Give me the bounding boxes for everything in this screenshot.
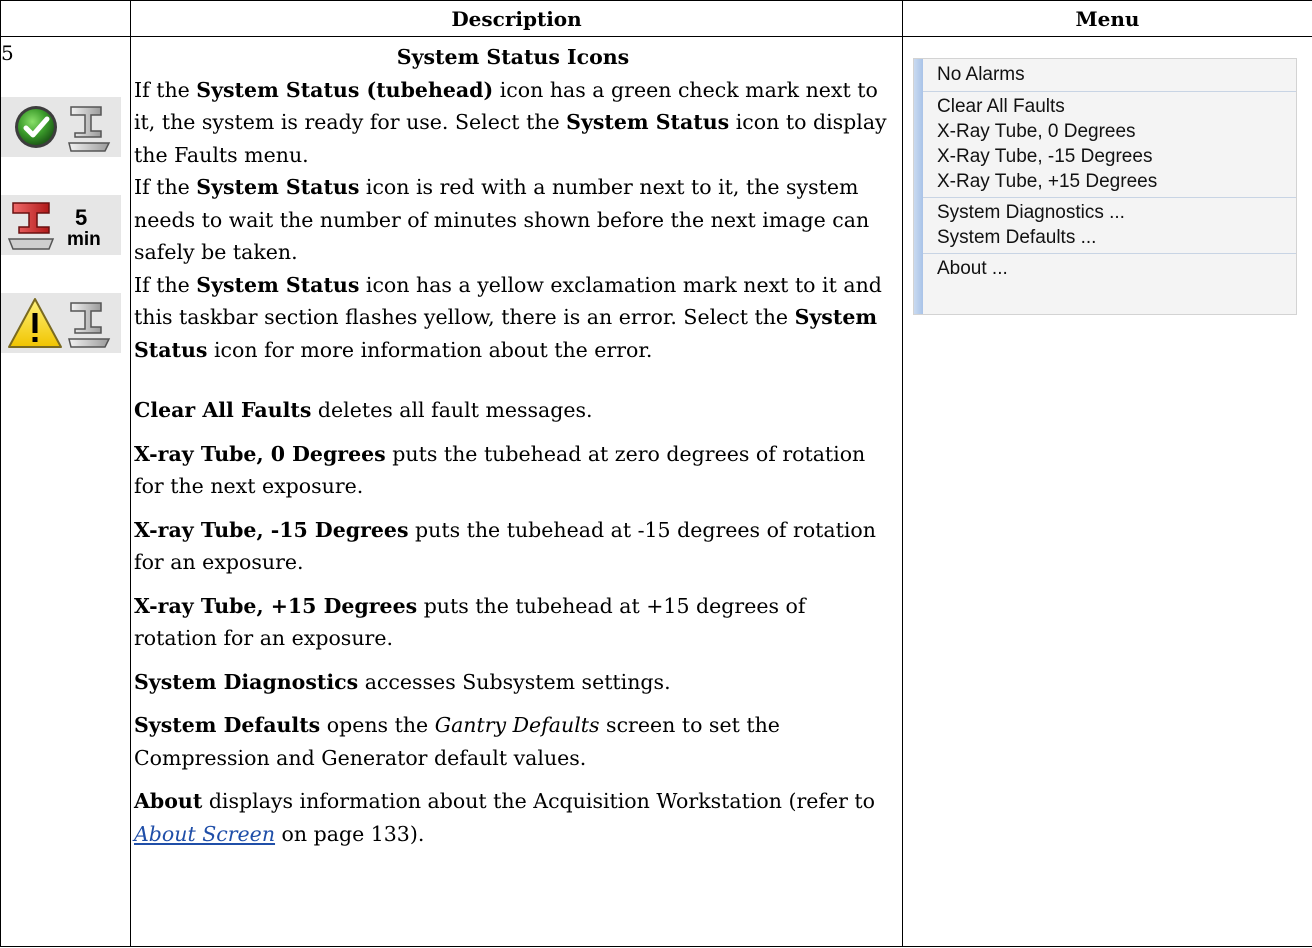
menu-item-xray-0[interactable]: X-Ray Tube, 0 Degrees [923, 119, 1296, 144]
error-paragraph: If the System Status icon has a yellow e… [134, 272, 882, 362]
menu-accent-strip [914, 59, 923, 314]
about-screen-link[interactable]: About Screen [134, 822, 275, 846]
wait-paragraph: If the System Status icon is red with a … [134, 175, 870, 264]
icon-cell: 5 5 min [0, 36, 131, 947]
menu-item-xray-plus15[interactable]: X-Ray Tube, +15 Degrees [923, 169, 1296, 194]
row-number: 5 [1, 41, 14, 65]
section-heading: System Status Icons [396, 45, 630, 69]
faults-menu: No Alarms Clear All Faults X-Ray Tube, 0… [913, 58, 1297, 315]
diagnostics-text: System Diagnostics accesses Subsystem se… [134, 669, 671, 694]
menu-item-system-diagnostics[interactable]: System Diagnostics ... [923, 200, 1296, 225]
menu-item-xray-minus15[interactable]: X-Ray Tube, -15 Degrees [923, 144, 1296, 169]
clear-faults-text: Clear All Faults deletes all fault messa… [134, 398, 593, 422]
menu-item-about[interactable]: About ... [923, 256, 1296, 281]
red-tubehead-timer-icon: 5 min [1, 195, 121, 255]
header-menu: Menu [902, 0, 1312, 37]
menu-item-system-defaults[interactable]: System Defaults ... [923, 225, 1296, 250]
timer-value: 5 [75, 205, 87, 230]
description-cell: System Status Icons If the System Status… [130, 36, 903, 947]
menu-separator [923, 197, 1296, 198]
xray-0-text: X-ray Tube, 0 Degrees puts the tubehead … [134, 441, 866, 499]
ready-paragraph: If the System Status (tubehead) icon has… [134, 77, 887, 167]
defaults-text: System Defaults opens the Gantry Default… [134, 713, 780, 770]
xray-plus15-text: X-ray Tube, +15 Degrees puts the tubehea… [134, 593, 806, 651]
menu-item-no-alarms[interactable]: No Alarms [923, 62, 1296, 87]
header-description: Description [130, 0, 903, 37]
timer-unit: min [67, 229, 101, 250]
table-header-row: Description Menu [0, 0, 1312, 37]
yellow-warning-tubehead-icon [1, 293, 121, 353]
menu-separator [923, 91, 1296, 92]
menu-item-clear-all-faults[interactable]: Clear All Faults [923, 94, 1296, 119]
header-blank [0, 0, 131, 37]
menu-separator [923, 253, 1296, 254]
xray-minus15-text: X-ray Tube, -15 Degrees puts the tubehea… [134, 517, 876, 575]
green-check-tubehead-icon [1, 97, 121, 157]
about-text: About displays information about the Acq… [134, 789, 875, 846]
